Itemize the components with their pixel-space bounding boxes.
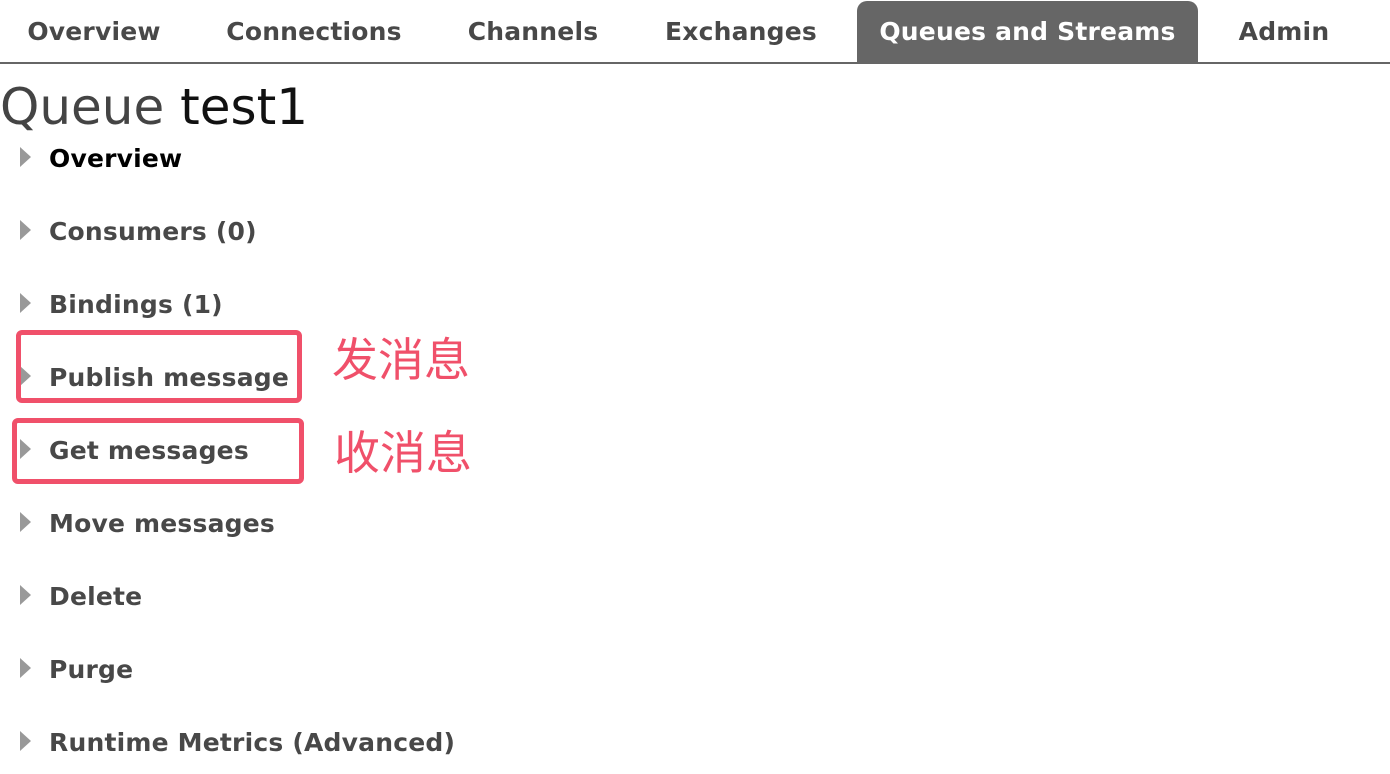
section-label: Delete [49, 582, 143, 611]
tab-channels[interactable]: Channels [440, 1, 626, 63]
triangle-right-icon [20, 731, 31, 751]
tab-exchanges[interactable]: Exchanges [634, 1, 848, 63]
triangle-right-icon [20, 293, 31, 313]
page-title: Queue test1 [0, 78, 308, 136]
triangle-right-icon [20, 512, 31, 532]
tab-admin[interactable]: Admin [1206, 1, 1362, 63]
get-highlight-box [12, 418, 304, 484]
queue-name: test1 [180, 78, 309, 136]
section-label: Bindings (1) [49, 290, 223, 319]
get-annotation: 收消息 [334, 426, 472, 480]
section-label: Move messages [49, 509, 275, 538]
page-title-prefix: Queue [0, 78, 165, 136]
publish-highlight-box [16, 330, 302, 403]
triangle-right-icon [20, 147, 31, 167]
triangle-right-icon [20, 585, 31, 605]
section-label: Consumers (0) [49, 217, 257, 246]
main-nav-tabs: Overview Connections Channels Exchanges … [0, 0, 1390, 64]
tab-connections[interactable]: Connections [196, 1, 432, 63]
publish-annotation: 发消息 [332, 333, 470, 387]
tab-queues-and-streams[interactable]: Queues and Streams [857, 1, 1198, 63]
triangle-right-icon [20, 220, 31, 240]
section-label: Purge [49, 655, 134, 684]
triangle-right-icon [20, 658, 31, 678]
tab-overview[interactable]: Overview [0, 1, 188, 63]
section-label: Overview [49, 144, 183, 173]
section-label: Runtime Metrics (Advanced) [49, 728, 456, 757]
